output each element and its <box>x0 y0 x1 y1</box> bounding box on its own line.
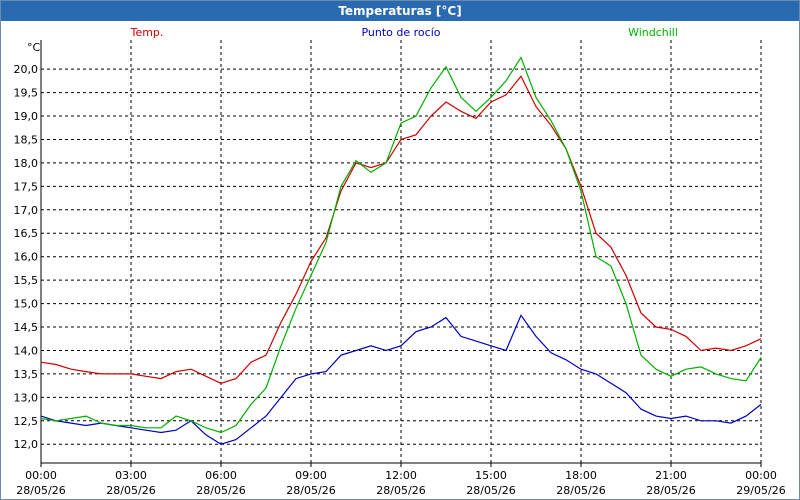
x-tick-time: 09:00 <box>295 469 327 482</box>
y-tick-label: 13,0 <box>14 391 39 404</box>
y-tick-label: 15,0 <box>14 298 39 311</box>
x-tick-date: 28/05/26 <box>556 484 605 497</box>
temp-series-line <box>40 75 762 384</box>
y-tick-label: 16,0 <box>14 251 39 264</box>
y-tick-label: 18,5 <box>14 133 39 146</box>
x-tick-time: 15:00 <box>475 469 507 482</box>
temperature-chart: 20,0 19,5 19,0 18,5 18,0 17,5 17,0 16,5 16,0 15,5… <box>14 26 786 497</box>
x-tick-date: 28/05/26 <box>286 484 335 497</box>
y-tick-label: 16,5 <box>14 227 39 240</box>
legend-windchill: Windchill <box>628 26 678 39</box>
x-tick-time: 06:00 <box>205 469 237 482</box>
x-axis-ticks: 00:00 28/05/26 03:00 28/05/26 06:00 28/05/26 0… <box>16 469 785 497</box>
legend-dewpoint: Punto de rocío <box>361 26 440 39</box>
x-tick-time: 18:00 <box>565 469 597 482</box>
x-tick-time: 00:00 <box>745 469 777 482</box>
y-tick-label: 19,5 <box>14 87 39 100</box>
y-tick-label: 17,0 <box>14 204 39 217</box>
x-tick-date: 28/05/26 <box>466 484 515 497</box>
x-tick-date: 28/05/26 <box>16 484 65 497</box>
x-tick-time: 12:00 <box>385 469 417 482</box>
y-axis-unit: °C <box>27 41 41 54</box>
chart-window: Temperaturas [°C] 20,0 19,5 19,0 18,5 18,0 17… <box>0 0 800 500</box>
y-tick-label: 12,0 <box>14 438 39 451</box>
y-tick-label: 19,0 <box>14 110 39 123</box>
grid <box>40 40 762 467</box>
x-tick-date: 28/05/26 <box>106 484 155 497</box>
y-axis-ticks: 20,0 19,5 19,0 18,5 18,0 17,5 17,0 16,5 16,0 15,5… <box>14 63 39 451</box>
y-tick-label: 12,5 <box>14 415 39 428</box>
y-tick-label: 17,5 <box>14 180 39 193</box>
y-tick-label: 18,0 <box>14 157 39 170</box>
y-tick-label: 20,0 <box>14 63 39 76</box>
x-tick-date: 29/05/26 <box>736 484 785 497</box>
x-tick-date: 28/05/26 <box>376 484 425 497</box>
x-tick-date: 28/05/26 <box>196 484 245 497</box>
y-tick-label: 13,5 <box>14 368 39 381</box>
y-tick-label: 14,0 <box>14 344 39 357</box>
x-tick-date: 28/05/26 <box>646 484 695 497</box>
x-tick-time: 00:00 <box>25 469 57 482</box>
x-tick-time: 21:00 <box>655 469 687 482</box>
y-tick-label: 14,5 <box>14 321 39 334</box>
x-tick-time: 03:00 <box>115 469 147 482</box>
legend-temp: Temp. <box>130 26 164 39</box>
y-tick-label: 15,5 <box>14 274 39 287</box>
